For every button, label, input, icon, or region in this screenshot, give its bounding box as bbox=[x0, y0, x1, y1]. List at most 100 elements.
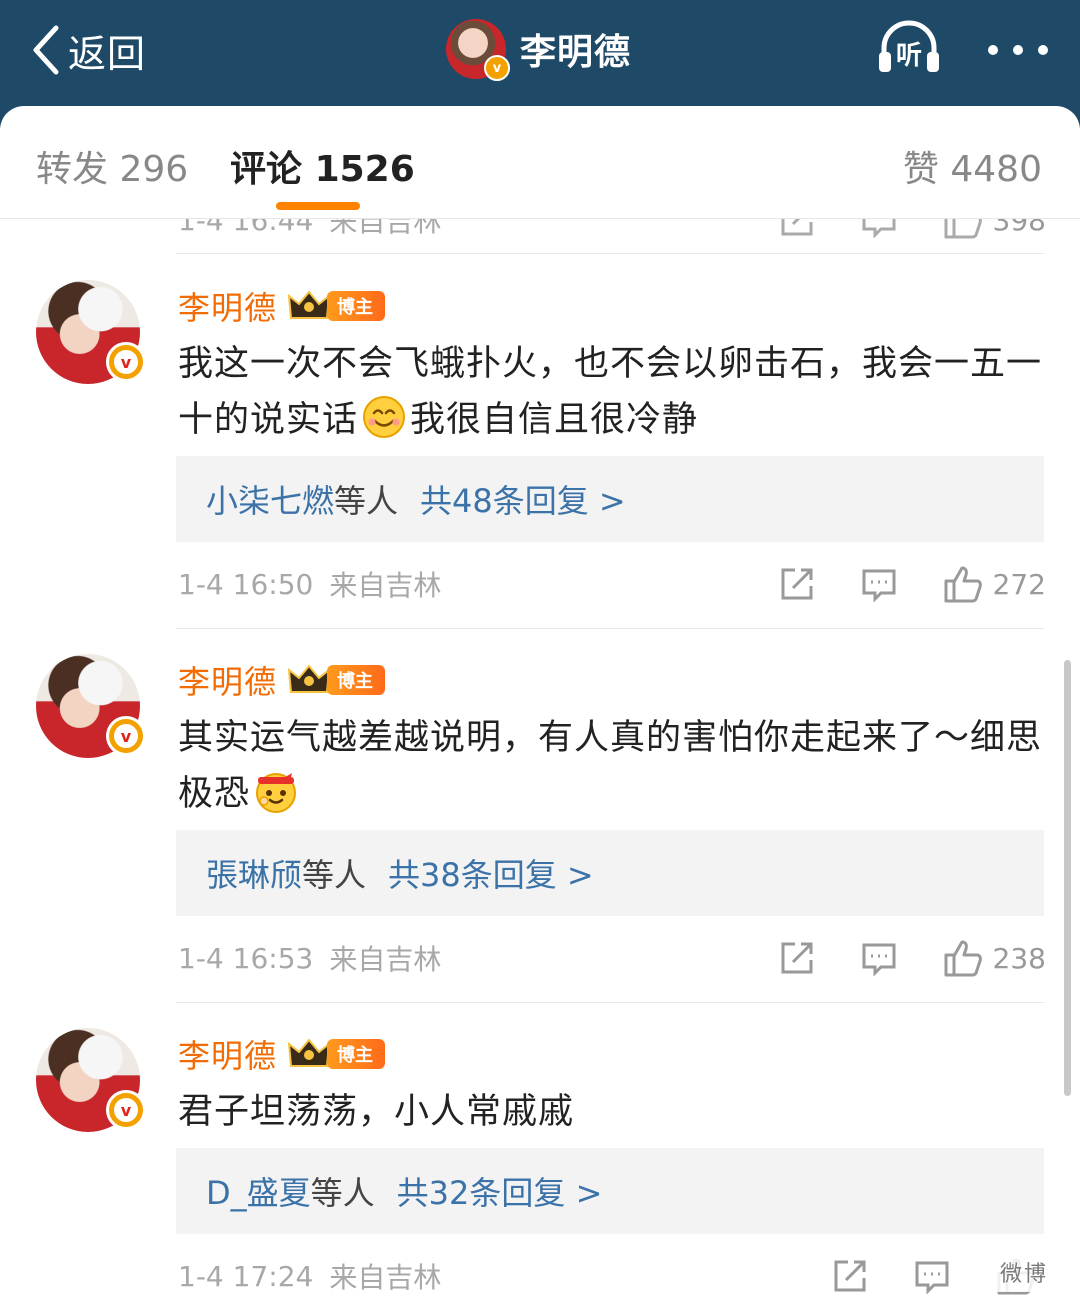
more-dot-icon bbox=[988, 45, 998, 55]
share-button[interactable] bbox=[779, 218, 815, 238]
headphones-icon: 听 bbox=[879, 20, 939, 72]
comment-icon bbox=[862, 218, 896, 238]
comment-time: 1-4 16:53 bbox=[178, 941, 314, 975]
fighting-emoji-icon bbox=[256, 773, 297, 813]
like-count: 238 bbox=[992, 941, 1046, 975]
verified-mark: v bbox=[114, 724, 138, 748]
comment-icon bbox=[862, 943, 896, 976]
comment-author[interactable]: 李明德 bbox=[178, 1031, 277, 1077]
chevron-left-icon bbox=[33, 25, 59, 75]
share-icon bbox=[781, 568, 813, 600]
avatar[interactable]: v bbox=[36, 280, 146, 384]
verified-icon: v bbox=[106, 716, 146, 756]
thumbs-up-icon bbox=[944, 218, 982, 239]
comment-location: 来自吉林 bbox=[329, 1261, 442, 1294]
comment-icon bbox=[915, 1261, 949, 1294]
comment-location: 来自吉林 bbox=[329, 218, 442, 238]
author-badge: 博主 bbox=[327, 665, 386, 695]
comment-author[interactable]: 李明德 bbox=[178, 283, 277, 329]
reply-total-link[interactable]: 共48条回复 > bbox=[420, 476, 626, 522]
comment-actions: 398 bbox=[779, 218, 1046, 244]
reply-total-link[interactable]: 共32条回复 > bbox=[397, 1168, 603, 1214]
comment-button[interactable] bbox=[861, 940, 897, 976]
author-badge: 博主 bbox=[327, 291, 386, 321]
like-count: 272 bbox=[992, 567, 1046, 601]
tab-comment[interactable]: 评论 1526 bbox=[230, 140, 415, 192]
comment-author-row: 李明德 博主 bbox=[178, 1031, 386, 1077]
reply-summary[interactable]: 小柒七燃 等人 共48条回复 > bbox=[176, 456, 1044, 542]
more-dot-icon bbox=[1038, 45, 1048, 55]
listen-label: 听 bbox=[896, 41, 922, 71]
header-avatar[interactable]: v bbox=[446, 19, 510, 81]
previous-comment-meta: 1-4 16:44 来自吉林 398 bbox=[178, 218, 1046, 244]
tab-active-indicator bbox=[276, 202, 360, 210]
tab-forward[interactable]: 转发 296 bbox=[36, 140, 188, 192]
smile-emoji-icon bbox=[363, 396, 406, 438]
like-button[interactable]: 398 bbox=[943, 218, 1046, 239]
comment-meta: 1-4 16:53 来自吉林 238 bbox=[178, 934, 1046, 982]
share-icon bbox=[834, 1260, 866, 1292]
share-button[interactable] bbox=[779, 940, 815, 976]
thumbs-up-icon bbox=[944, 566, 982, 603]
avatar[interactable]: v bbox=[36, 654, 146, 758]
comment-author[interactable]: 李明德 bbox=[178, 657, 277, 703]
share-button[interactable] bbox=[779, 566, 815, 602]
tab-like[interactable]: 赞 4480 bbox=[903, 140, 1042, 192]
tab-like-count: 4480 bbox=[950, 149, 1042, 190]
reply-username[interactable]: 張琳颀 bbox=[206, 850, 302, 896]
watermark-text: 微博 bbox=[999, 1262, 1048, 1287]
more-options-button[interactable] bbox=[988, 40, 1048, 60]
comment-meta: 1-4 16:50 来自吉林 272 bbox=[178, 560, 1046, 608]
comment-divider bbox=[176, 253, 1044, 254]
comment-text-part: 君子坦荡荡，小人常戚戚 bbox=[178, 1092, 575, 1132]
comment-button[interactable] bbox=[914, 1258, 950, 1294]
tab-comment-count: 1526 bbox=[314, 149, 415, 190]
like-button[interactable]: 272 bbox=[943, 565, 1046, 603]
weibo-watermark: 微博 bbox=[981, 1252, 1066, 1292]
back-label: 返回 bbox=[68, 31, 147, 76]
tab-comment-label: 评论 bbox=[230, 149, 303, 190]
header-user[interactable]: v 李明德 bbox=[446, 16, 631, 82]
thumbs-up-icon bbox=[944, 940, 982, 977]
comment-icon bbox=[862, 569, 896, 602]
author-badge: 博主 bbox=[327, 1039, 386, 1069]
verified-mark: v bbox=[114, 350, 138, 374]
like-count: 398 bbox=[992, 218, 1046, 237]
comment-location: 来自吉林 bbox=[329, 569, 442, 602]
reply-total-link[interactable]: 共38条回复 > bbox=[388, 850, 594, 896]
tab-forward-count: 296 bbox=[119, 149, 189, 190]
reply-username[interactable]: 小柒七燃 bbox=[206, 476, 334, 522]
like-button[interactable]: 238 bbox=[943, 939, 1046, 977]
comment-button[interactable] bbox=[861, 218, 897, 238]
reply-others-label: 等人 bbox=[302, 856, 367, 894]
reply-summary[interactable]: 張琳颀 等人 共38条回复 > bbox=[176, 830, 1044, 916]
comment-text-part: 其实运气越差越说明，有人真的害怕你走起来了～细思极恐 bbox=[178, 718, 1043, 814]
back-button[interactable]: 返回 bbox=[28, 22, 146, 78]
comment-list[interactable]: 1-4 16:44 来自吉林 398 v 李明德 博主 我这一次不会飞蛾扑火，也… bbox=[0, 218, 1080, 1308]
listen-button[interactable]: 听 bbox=[876, 18, 942, 76]
comment-text-part: 我很自信且很冷静 bbox=[410, 400, 699, 440]
verified-icon: v bbox=[106, 1090, 146, 1130]
more-dot-icon bbox=[1013, 45, 1023, 55]
header-username: 李明德 bbox=[520, 32, 632, 73]
comment-text: 其实运气越差越说明，有人真的害怕你走起来了～细思极恐 bbox=[178, 710, 1048, 822]
comment-time: 1-4 17:24 bbox=[178, 1259, 314, 1293]
verified-mark: v bbox=[114, 1098, 138, 1122]
comment-button[interactable] bbox=[861, 566, 897, 602]
tab-like-label: 赞 bbox=[902, 149, 939, 190]
comment-author-row: 李明德 博主 bbox=[178, 283, 386, 329]
comment-actions: 272 bbox=[779, 560, 1046, 608]
comment-time: 1-4 16:44 bbox=[178, 218, 314, 237]
share-icon bbox=[781, 218, 813, 236]
comment-text: 君子坦荡荡，小人常戚戚 bbox=[178, 1084, 1048, 1140]
share-button[interactable] bbox=[832, 1258, 868, 1294]
crown-icon bbox=[287, 664, 331, 693]
scrollbar[interactable] bbox=[1064, 660, 1071, 1096]
crown-icon bbox=[287, 290, 331, 319]
verified-icon: v bbox=[106, 342, 146, 382]
avatar[interactable]: v bbox=[36, 1028, 146, 1132]
verified-icon: v bbox=[484, 55, 510, 81]
comment-text: 我这一次不会飞蛾扑火，也不会以卵击石，我会一五一十的说实话 我很自信且很冷静 bbox=[178, 336, 1048, 448]
reply-summary[interactable]: D_盛夏 等人 共32条回复 > bbox=[176, 1148, 1044, 1234]
reply-username[interactable]: D_盛夏 bbox=[206, 1168, 311, 1214]
